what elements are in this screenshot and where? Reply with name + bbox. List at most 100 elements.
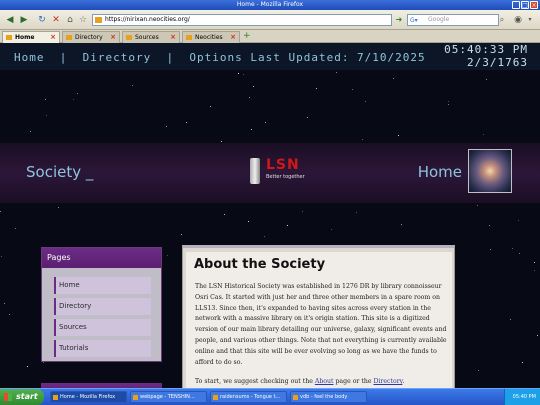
tray-clock: 05:40 PM bbox=[512, 394, 536, 400]
close-button[interactable]: × bbox=[530, 1, 538, 9]
forward-arrow-icon[interactable]: ▶ bbox=[18, 14, 30, 26]
nav-directory-link[interactable]: Directory bbox=[83, 51, 152, 64]
app-icon bbox=[293, 395, 298, 400]
star-dot bbox=[210, 106, 211, 107]
star-dot bbox=[486, 79, 487, 80]
taskbar-item-firefox[interactable]: Home - Mozilla Firefox bbox=[50, 391, 127, 403]
directory-link[interactable]: Directory bbox=[373, 378, 402, 385]
taskbar-item-vdb[interactable]: vdb - feel the body bbox=[290, 391, 367, 403]
star-dot bbox=[30, 131, 31, 132]
star-dot bbox=[483, 134, 484, 135]
tab-directory[interactable]: Directory × bbox=[62, 31, 120, 43]
site-clock: 05:40:33 PM 2/3/1763 bbox=[444, 43, 528, 69]
taskbar-item-raidensums[interactable]: raidensums - Tongue t... bbox=[210, 391, 287, 403]
star-dot bbox=[398, 135, 399, 136]
star-dot bbox=[534, 262, 535, 263]
about-link[interactable]: About bbox=[315, 378, 334, 385]
task-label: Home - Mozilla Firefox bbox=[60, 394, 116, 400]
star-dot bbox=[77, 93, 78, 94]
window-titlebar: Home - Mozilla Firefox _ □ × bbox=[0, 0, 540, 10]
new-tab-button[interactable]: + bbox=[243, 31, 251, 41]
nav-home-link[interactable]: Home bbox=[14, 51, 45, 64]
go-arrow-icon[interactable]: ➜ bbox=[393, 14, 405, 26]
sidebar-item-tutorials[interactable]: Tutorials bbox=[54, 340, 151, 357]
search-box[interactable]: G▾ Google bbox=[407, 14, 499, 26]
star-dot bbox=[251, 129, 252, 130]
star-dot bbox=[287, 225, 288, 226]
start-label: start bbox=[16, 392, 38, 401]
about-panel: About the Society The LSN Historical Soc… bbox=[182, 245, 455, 388]
tab-favicon-icon bbox=[6, 35, 12, 40]
web-page: Home | Directory | Options Last Updated:… bbox=[0, 43, 540, 388]
close-tab-icon[interactable]: × bbox=[170, 32, 176, 43]
reload-icon[interactable]: ↻ bbox=[36, 14, 48, 26]
star-dot bbox=[534, 270, 535, 271]
firefox-icon bbox=[53, 395, 58, 400]
home-icon[interactable]: ⌂ bbox=[64, 14, 76, 26]
bookmark-icon[interactable]: ☆ bbox=[77, 14, 89, 26]
nav-options-link[interactable]: Options bbox=[189, 51, 242, 64]
back-arrow-icon[interactable]: ◀ bbox=[4, 14, 16, 26]
star-dot bbox=[393, 78, 394, 79]
star-dot bbox=[253, 86, 254, 87]
star-dot bbox=[4, 303, 5, 304]
about-paragraph: The LSN Historical Society was establish… bbox=[195, 283, 447, 366]
tab-neocities[interactable]: Neocities × bbox=[182, 31, 240, 43]
stop-icon[interactable]: ✕ bbox=[50, 14, 62, 26]
task-label: raidensums - Tongue t... bbox=[220, 394, 281, 400]
close-tab-icon[interactable]: × bbox=[230, 32, 236, 43]
star-dot bbox=[490, 249, 491, 250]
star-dot bbox=[264, 236, 265, 237]
clock-date: 2/3/1763 bbox=[467, 56, 528, 69]
close-tab-icon[interactable]: × bbox=[50, 32, 56, 43]
star-dot bbox=[518, 220, 519, 221]
app-icon bbox=[213, 395, 218, 400]
browser-toolbar: ◀ ▶ ↻ ✕ ⌂ ☆ https://nirixan.neocities.or… bbox=[0, 10, 540, 30]
tab-label: Sources bbox=[135, 34, 159, 41]
star-dot bbox=[58, 207, 59, 208]
minimize-button[interactable]: _ bbox=[512, 1, 520, 9]
sidebar-item-directory[interactable]: Directory bbox=[54, 298, 151, 315]
sidebar-item-home[interactable]: Home bbox=[54, 277, 151, 294]
close-tab-icon[interactable]: × bbox=[110, 32, 116, 43]
tab-sources[interactable]: Sources × bbox=[122, 31, 180, 43]
url-bar[interactable]: https://nirixan.neocities.org/ bbox=[92, 14, 392, 26]
taskbar-item-webpage[interactable]: webpage - TENSHIN... bbox=[130, 391, 207, 403]
star-dot bbox=[336, 72, 337, 73]
galaxy-thumbnail[interactable] bbox=[468, 149, 512, 193]
star-dot bbox=[537, 335, 538, 336]
search-engine-icon[interactable]: G▾ bbox=[410, 16, 418, 26]
star-dot bbox=[46, 115, 47, 116]
tab-home[interactable]: Home × bbox=[2, 31, 60, 43]
maximize-button[interactable]: □ bbox=[521, 1, 529, 9]
url-text: https://nirixan.neocities.org/ bbox=[105, 16, 190, 23]
addon-icon[interactable]: ◉ bbox=[512, 14, 524, 26]
star-dot bbox=[522, 362, 523, 363]
star-dot bbox=[448, 101, 449, 102]
star-dot bbox=[132, 85, 133, 86]
start-button[interactable]: start bbox=[0, 389, 44, 405]
star-dot bbox=[167, 255, 168, 256]
star-dot bbox=[478, 370, 479, 371]
tab-favicon-icon bbox=[66, 35, 72, 40]
window-controls: _ □ × bbox=[512, 1, 538, 9]
star-dot bbox=[243, 74, 244, 75]
star-dot bbox=[0, 211, 1, 212]
star-dot bbox=[302, 211, 303, 212]
star-dot bbox=[1, 256, 2, 257]
menu-chevron-icon[interactable]: ▾ bbox=[524, 14, 536, 26]
star-dot bbox=[224, 214, 225, 215]
station-icon bbox=[250, 158, 260, 184]
search-icon[interactable]: ⌕ bbox=[496, 14, 508, 26]
star-dot bbox=[512, 248, 513, 249]
star-dot bbox=[73, 99, 74, 100]
tab-label: Home bbox=[15, 34, 35, 41]
band-home-link[interactable]: Home bbox=[418, 163, 462, 181]
logo-text: LSN bbox=[266, 157, 300, 173]
star-dot bbox=[181, 234, 182, 235]
tab-label: Neocities bbox=[195, 34, 223, 41]
sidebar-item-sources[interactable]: Sources bbox=[54, 319, 151, 336]
star-dot bbox=[401, 224, 402, 225]
clock-time: 05:40:33 PM bbox=[444, 43, 528, 56]
star-dot bbox=[9, 314, 10, 315]
